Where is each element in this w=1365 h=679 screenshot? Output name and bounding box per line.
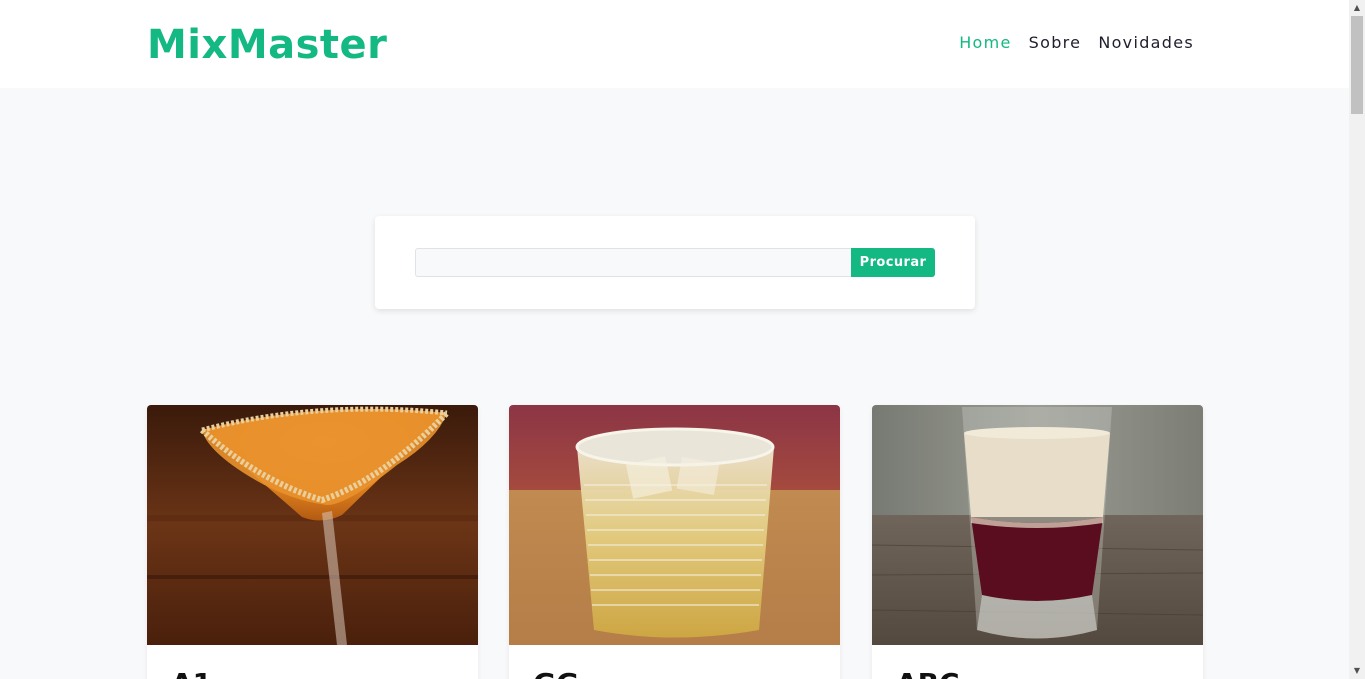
search-card: Procurar xyxy=(375,216,975,309)
cocktail-image-iced-lowball[interactable] xyxy=(509,405,840,645)
cocktail-card[interactable]: GG xyxy=(509,405,840,679)
layered-shot-illustration xyxy=(872,405,1203,645)
nav-link-novidades[interactable]: Novidades xyxy=(1098,33,1194,53)
nav-link-sobre[interactable]: Sobre xyxy=(1029,33,1082,53)
cocktail-card[interactable]: ABC xyxy=(872,405,1203,679)
page: MixMaster Home Sobre Novidades Procurar xyxy=(0,0,1349,679)
brand-logo[interactable]: MixMaster xyxy=(147,20,387,70)
cocktail-image-orange-martini[interactable] xyxy=(147,405,478,645)
page-scrollbar[interactable]: ▲ ▼ xyxy=(1349,0,1365,679)
cocktail-title: ABC xyxy=(896,667,960,679)
search-button[interactable]: Procurar xyxy=(851,248,935,277)
cocktail-title: GG xyxy=(533,667,579,679)
cocktail-card[interactable]: A1 xyxy=(147,405,478,679)
arrow-up-icon[interactable]: ▲ xyxy=(1349,0,1365,16)
search-input[interactable] xyxy=(415,248,851,277)
scroll-thumb[interactable] xyxy=(1351,16,1363,114)
navbar: MixMaster Home Sobre Novidades xyxy=(0,0,1349,88)
nav-link-home[interactable]: Home xyxy=(959,33,1011,53)
cocktail-image-layered-shot[interactable] xyxy=(872,405,1203,645)
arrow-down-icon[interactable]: ▼ xyxy=(1349,663,1365,679)
orange-martini-illustration xyxy=(147,405,478,645)
iced-lowball-illustration xyxy=(509,405,840,645)
main-nav: Home Sobre Novidades xyxy=(959,33,1194,53)
cocktail-title: A1 xyxy=(171,667,212,679)
